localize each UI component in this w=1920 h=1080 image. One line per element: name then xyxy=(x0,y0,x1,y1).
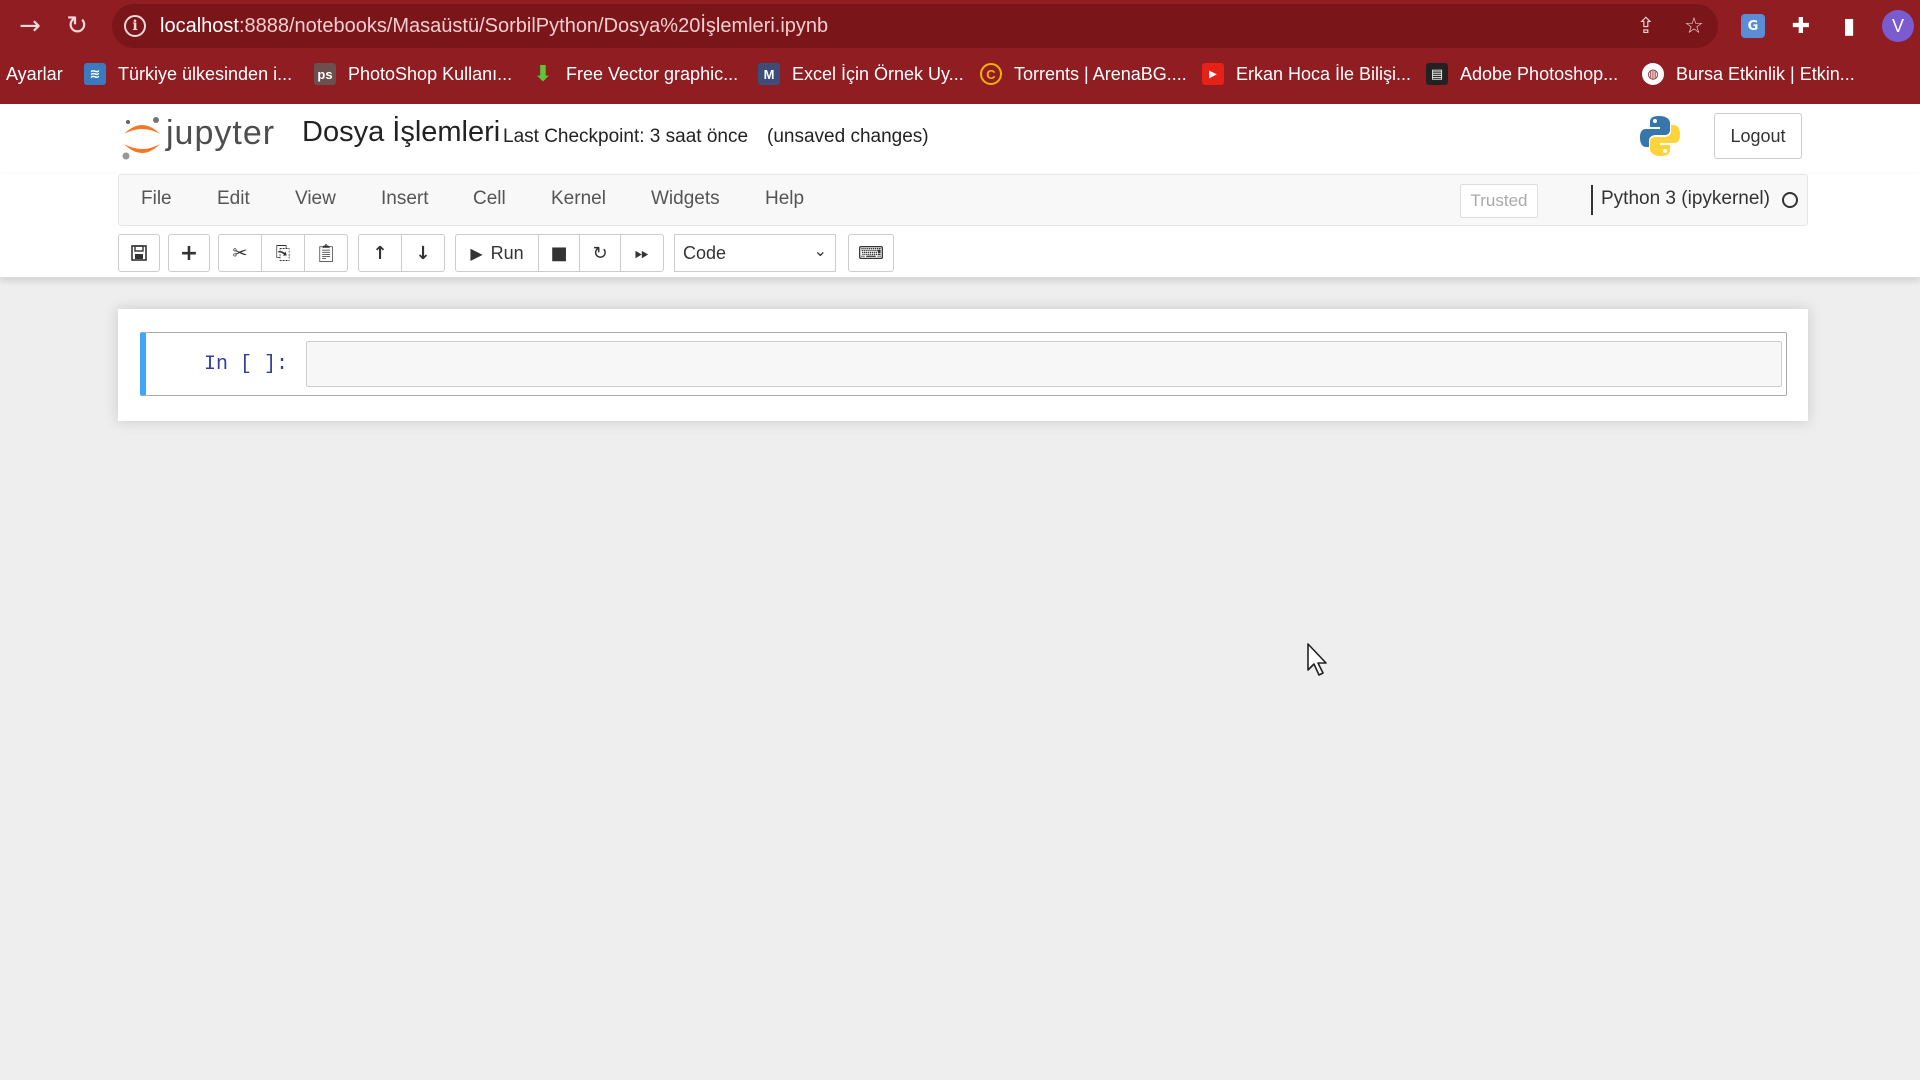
bookmark-photoshop-kullani[interactable]: ps PhotoShop Kullanı... xyxy=(314,56,512,92)
bookmark-turkiye[interactable]: ≋ Türkiye ülkesinden i... xyxy=(84,56,292,92)
paste-cell-button[interactable]: 📋︎ xyxy=(304,234,348,272)
command-palette-button[interactable]: ⌨ xyxy=(848,234,894,272)
bag-icon: ▤ xyxy=(1426,63,1448,85)
notebook-container: In [ ]: xyxy=(118,309,1808,421)
menu-cell[interactable]: Cell xyxy=(473,188,506,210)
menu-file[interactable]: File xyxy=(141,188,172,210)
run-button[interactable]: ▶ Run xyxy=(455,234,539,272)
menu-widgets[interactable]: Widgets xyxy=(651,188,720,210)
trusted-indicator[interactable]: Trusted xyxy=(1460,184,1538,218)
code-editor[interactable] xyxy=(306,341,1782,387)
bookmark-arenabg[interactable]: C Torrents | ArenaBG.... xyxy=(980,56,1187,92)
cut-cell-button[interactable]: ✂ xyxy=(218,234,262,272)
bookmarks-bar: Ayarlar ≋ Türkiye ülkesinden i... ps Pho… xyxy=(0,56,1920,92)
restart-kernel-button[interactable]: ↻ xyxy=(579,234,621,272)
logo-text: jupyter xyxy=(166,114,276,152)
arenabg-icon: C xyxy=(980,63,1002,85)
run-label: Run xyxy=(490,242,524,263)
kernel-divider xyxy=(1591,185,1593,215)
map-icon: ≋ xyxy=(84,63,106,85)
globe-icon: ◍ xyxy=(1642,63,1664,85)
kernel-name[interactable]: Python 3 (ipykernel) xyxy=(1601,188,1770,210)
fast-forward-icon: ⏩︎ xyxy=(634,242,650,264)
jupyter-header: jupyter Dosya İşlemleri Last Checkpoint:… xyxy=(0,104,1920,174)
reload-icon[interactable]: ↻ xyxy=(57,6,97,46)
address-bar[interactable]: i localhost:8888/notebooks/Masaüstü/Sorb… xyxy=(112,4,1718,48)
keyboard-icon: ⌨ xyxy=(858,242,884,264)
info-icon[interactable]: i xyxy=(124,15,146,37)
insert-cell-button[interactable]: + xyxy=(168,234,210,272)
bookmark-ayarlar[interactable]: Ayarlar xyxy=(6,56,63,92)
arrow-down-icon: ↓ xyxy=(415,242,431,264)
checkpoint-status: Last Checkpoint: 3 saat önce xyxy=(503,126,749,147)
profile-avatar[interactable]: V xyxy=(1882,10,1914,42)
bookmark-label: Ayarlar xyxy=(6,63,63,84)
jupyter-logo[interactable]: jupyter xyxy=(120,112,280,164)
download-arrow-icon: ⬇ xyxy=(533,61,553,86)
cell-type-select[interactable]: Code ⌄ xyxy=(674,234,836,272)
url-path: :8888/notebooks/Masaüstü/SorbilPython/Do… xyxy=(238,15,829,37)
move-up-button[interactable]: ↑ xyxy=(358,234,402,272)
code-cell-selected[interactable]: In [ ]: xyxy=(140,332,1787,396)
bookmark-label: Erkan Hoca İle Bilişi... xyxy=(1236,63,1412,84)
bookmark-label: Excel İçin Örnek Uy... xyxy=(792,63,964,84)
excel-icon: M xyxy=(758,63,780,85)
bookmark-free-vector[interactable]: ⬇ Free Vector graphic... xyxy=(532,56,738,92)
move-down-button[interactable]: ↓ xyxy=(401,234,445,272)
menu-view[interactable]: View xyxy=(295,188,336,210)
browser-chrome: → ↻ i localhost:8888/notebooks/Masaüstü/… xyxy=(0,0,1920,104)
restart-run-all-button[interactable]: ⏩︎ xyxy=(620,234,664,272)
input-prompt: In [ ]: xyxy=(203,352,288,376)
interrupt-kernel-button[interactable]: ■ xyxy=(538,234,580,272)
url-host: localhost xyxy=(160,15,239,37)
menu-kernel[interactable]: Kernel xyxy=(551,188,606,210)
python-logo-icon xyxy=(1640,116,1680,156)
plus-icon: + xyxy=(179,240,199,266)
kernel-idle-indicator xyxy=(1782,192,1798,208)
jupyter-orbit-icon xyxy=(122,117,160,160)
bookmark-label: Türkiye ülkesinden i... xyxy=(118,63,293,84)
photoshop-icon: ps xyxy=(314,63,336,85)
chevron-down-icon: ⌄ xyxy=(813,241,827,260)
youtube-icon: ▶ xyxy=(1202,63,1224,85)
stop-icon: ■ xyxy=(550,242,568,264)
autosave-status: (unsaved changes) xyxy=(767,126,929,147)
menu-edit[interactable]: Edit xyxy=(217,188,250,210)
bookmark-label: Torrents | ArenaBG.... xyxy=(1014,63,1187,84)
play-icon: ▶ xyxy=(470,243,483,263)
back-arrow-icon[interactable]: → xyxy=(10,6,50,46)
logout-button[interactable]: Logout xyxy=(1714,113,1802,159)
bookmark-star-icon[interactable]: ☆ xyxy=(1680,12,1708,40)
menubar-container: File Edit View Insert Cell Kernel Widget… xyxy=(0,174,1920,278)
share-icon[interactable]: ⇪ xyxy=(1632,12,1660,40)
extensions-puzzle-icon[interactable]: ✚ xyxy=(1785,10,1817,42)
save-button[interactable] xyxy=(118,234,160,272)
notebook-title[interactable]: Dosya İşlemleri xyxy=(302,116,500,149)
copy-cell-button[interactable]: ⎘ xyxy=(261,234,305,272)
bookmark-label: PhotoShop Kullanı... xyxy=(348,63,513,84)
restart-icon: ↻ xyxy=(592,242,608,264)
url-text[interactable]: localhost:8888/notebooks/Masaüstü/Sorbil… xyxy=(160,15,828,38)
bookmark-label: Free Vector graphic... xyxy=(566,63,739,84)
address-row: → ↻ i localhost:8888/notebooks/Masaüstü/… xyxy=(0,0,1920,52)
menu-help[interactable]: Help xyxy=(765,188,804,210)
translate-icon[interactable]: G xyxy=(1741,14,1765,38)
paste-icon: 📋︎ xyxy=(314,242,338,264)
bookmark-adobe-photoshop[interactable]: ▤ Adobe Photoshop... xyxy=(1426,56,1618,92)
bookmark-erkan-hoca[interactable]: ▶ Erkan Hoca İle Bilişi... xyxy=(1202,56,1411,92)
bookmark-label: Adobe Photoshop... xyxy=(1460,63,1619,84)
copy-icon: ⎘ xyxy=(275,242,291,264)
menubar: File Edit View Insert Cell Kernel Widget… xyxy=(118,174,1808,226)
bookmark-bursa-etkinlik[interactable]: ◍ Bursa Etkinlik | Etkin... xyxy=(1642,56,1855,92)
arrow-up-icon: ↑ xyxy=(372,242,388,264)
bookmark-label: Bursa Etkinlik | Etkin... xyxy=(1676,63,1855,84)
scissors-icon: ✂ xyxy=(232,242,248,264)
side-panel-icon[interactable]: ▮ xyxy=(1833,10,1865,42)
bookmark-excel[interactable]: M Excel İçin Örnek Uy... xyxy=(758,56,964,92)
cell-type-value: Code xyxy=(683,242,727,263)
menu-insert[interactable]: Insert xyxy=(381,188,429,210)
mouse-pointer-icon xyxy=(1307,643,1327,676)
save-icon xyxy=(131,245,147,261)
